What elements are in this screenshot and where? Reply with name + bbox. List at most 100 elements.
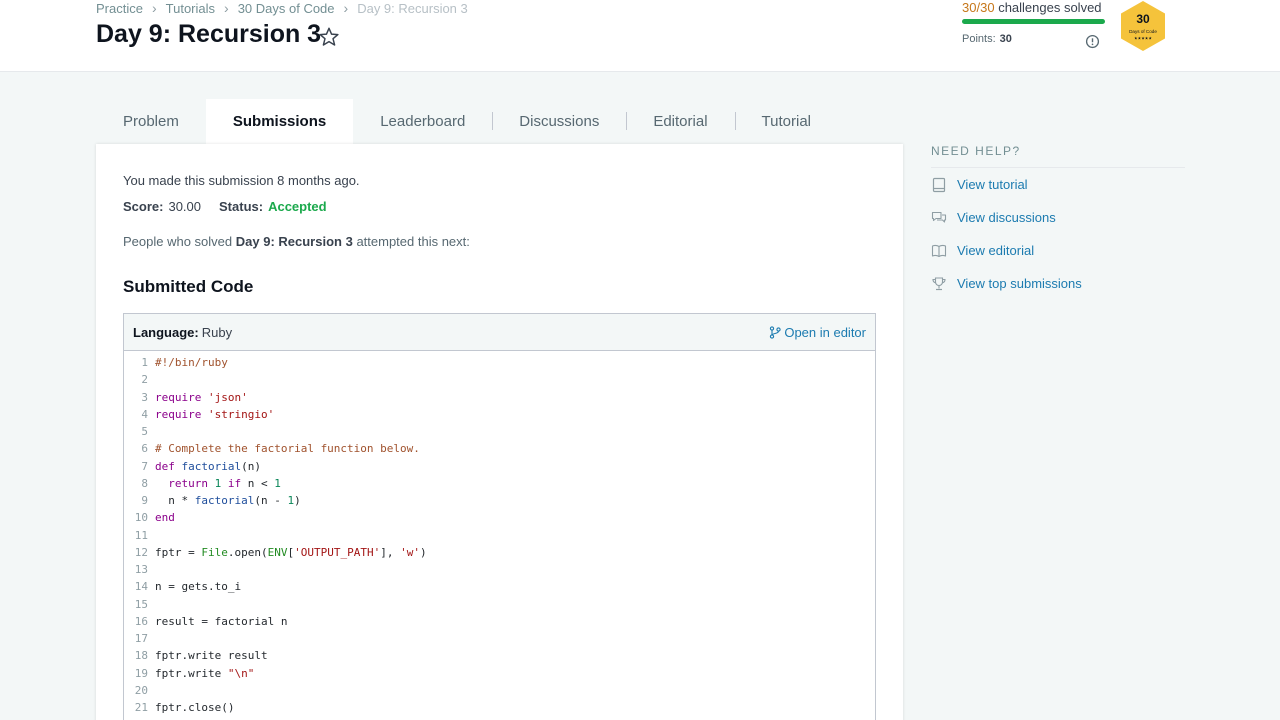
- code-text: fptr = File.open(ENV['OUTPUT_PATH'], 'w'…: [155, 545, 427, 559]
- badge-label: Days of Code: [1129, 29, 1157, 34]
- language-value: Ruby: [201, 324, 233, 340]
- code-line: 21 fptr.close(): [124, 699, 875, 716]
- solved-count: 30: [962, 0, 977, 15]
- line-number: 20: [134, 683, 148, 697]
- book-icon: [932, 177, 946, 192]
- view-discussions-link[interactable]: View discussions: [931, 201, 1185, 234]
- line-number: 2: [141, 373, 148, 387]
- code-line: 11: [124, 527, 875, 544]
- code-text: # Complete the factorial function below.: [155, 442, 420, 456]
- line-number: 11: [134, 528, 148, 542]
- view-top-submissions-link[interactable]: View top submissions: [931, 267, 1185, 300]
- status-badge: Accepted: [268, 199, 327, 214]
- badge-number: 30: [1136, 12, 1150, 26]
- need-help-title: NEED HELP?: [931, 144, 1185, 168]
- line-number: 1: [141, 356, 148, 369]
- code-line: 7 def factorial(n): [124, 458, 875, 475]
- chevron-right-icon: ›: [151, 0, 157, 16]
- submission-card: You made this submission 8 months ago. S…: [96, 144, 903, 720]
- code-text: fptr.write result: [155, 649, 268, 663]
- code-text: n = gets.to_i: [155, 580, 242, 594]
- breadcrumb-tutorials[interactable]: Tutorials: [166, 1, 215, 16]
- code-line: 4 require 'stringio': [124, 406, 875, 423]
- line-number: 18: [134, 649, 148, 663]
- breadcrumb-30-days[interactable]: 30 Days of Code: [238, 1, 335, 16]
- submission-time: You made this submission 8 months ago.: [123, 173, 360, 188]
- code-line: 20: [124, 682, 875, 699]
- need-help-panel: NEED HELP? View tutorial View discussion…: [931, 144, 1185, 300]
- problem-tabs: Problem Submissions Leaderboard Discussi…: [96, 99, 838, 144]
- view-tutorial-link[interactable]: View tutorial: [931, 168, 1185, 201]
- code-line: 9 n * factorial(n - 1): [124, 492, 875, 509]
- code-lines[interactable]: 1 #!/bin/ruby 2 3 require 'json' 4 require 'st…: [124, 351, 875, 716]
- challenge-name: Day 9: Recursion 3: [235, 234, 353, 249]
- progress-label: challenges solved: [998, 0, 1102, 15]
- code-viewer: Language: Ruby Open in editor 1 #!/bin/rub…: [123, 313, 876, 720]
- line-number: 12: [134, 545, 148, 559]
- open-in-editor-link[interactable]: Open in editor: [769, 325, 866, 340]
- line-number: 3: [141, 390, 148, 404]
- line-number: 4: [141, 407, 148, 421]
- info-icon[interactable]: [1085, 34, 1100, 49]
- page-title: Day 9: Recursion 3: [96, 20, 322, 48]
- code-line: 12 fptr = File.open(ENV['OUTPUT_PATH'], '…: [124, 544, 875, 561]
- attempted-next: People who solved Day 9: Recursion 3 att…: [123, 234, 470, 249]
- points-value: 30: [999, 33, 1012, 45]
- line-number: 6: [141, 442, 148, 456]
- code-line: 18 fptr.write result: [124, 647, 875, 664]
- view-editorial-link[interactable]: View editorial: [931, 234, 1185, 267]
- trophy-icon: [932, 276, 946, 290]
- score-status-row: Score: 30.00 Status: Accepted: [123, 199, 327, 214]
- code-text: def factorial(n): [155, 459, 261, 473]
- line-number: 15: [134, 597, 148, 611]
- tab-leaderboard[interactable]: Leaderboard: [353, 99, 492, 144]
- breadcrumb-current: Day 9: Recursion 3: [357, 1, 468, 16]
- chevron-right-icon: ›: [224, 0, 229, 16]
- challenge-progress: 30/30 challenges solved: [962, 0, 1107, 24]
- chevron-right-icon: ›: [343, 0, 349, 16]
- submitted-code-heading: Submitted Code: [123, 277, 254, 296]
- code-line: 10 end: [124, 509, 875, 526]
- points-label: Points:: [962, 33, 996, 45]
- line-number: 17: [134, 632, 148, 645]
- progress-fill: [962, 19, 1105, 24]
- code-line: 17: [124, 630, 875, 647]
- tab-tutorial[interactable]: Tutorial: [734, 99, 838, 144]
- tab-discussions[interactable]: Discussions: [492, 99, 626, 144]
- code-text: #!/bin/ruby: [155, 356, 228, 369]
- badge-stars: ★★★★★: [1134, 36, 1152, 41]
- code-text: end: [155, 511, 175, 525]
- code-line: 1 #!/bin/ruby: [124, 354, 875, 371]
- breadcrumb: Practice › Tutorials › 30 Days of Code ›…: [96, 1, 468, 16]
- code-text: result = factorial n: [155, 614, 288, 628]
- line-number: 10: [134, 511, 148, 525]
- tab-editorial[interactable]: Editorial: [626, 99, 734, 144]
- code-header: Language: Ruby Open in editor: [124, 314, 875, 351]
- code-line: 8 return 1 if n < 1: [124, 475, 875, 492]
- star-icon[interactable]: [318, 26, 340, 48]
- chat-icon: [931, 211, 947, 223]
- code-text: fptr.write "\n": [155, 666, 255, 680]
- days-of-code-badge[interactable]: 30 Days of Code ★★★★★: [1118, 0, 1168, 52]
- tab-problem[interactable]: Problem: [96, 99, 206, 144]
- branch-icon: [770, 325, 781, 339]
- code-line: 19 fptr.write "\n": [124, 665, 875, 682]
- code-line: 5: [124, 423, 875, 440]
- code-line: 6 # Complete the factorial function below…: [124, 440, 875, 457]
- code-line: 15: [124, 596, 875, 613]
- progress-bar: [962, 19, 1105, 24]
- line-number: 5: [141, 425, 148, 438]
- code-line: 14 n = gets.to_i: [124, 578, 875, 595]
- points-row: Points: 30: [962, 33, 1012, 45]
- code-text: require 'json': [155, 390, 248, 404]
- tab-submissions[interactable]: Submissions: [205, 99, 354, 144]
- breadcrumb-practice[interactable]: Practice: [96, 1, 143, 16]
- code-line: 16 result = factorial n: [124, 613, 875, 630]
- line-number: 8: [141, 476, 148, 490]
- line-number: 14: [134, 580, 148, 594]
- code-line: 3 require 'json': [124, 389, 875, 406]
